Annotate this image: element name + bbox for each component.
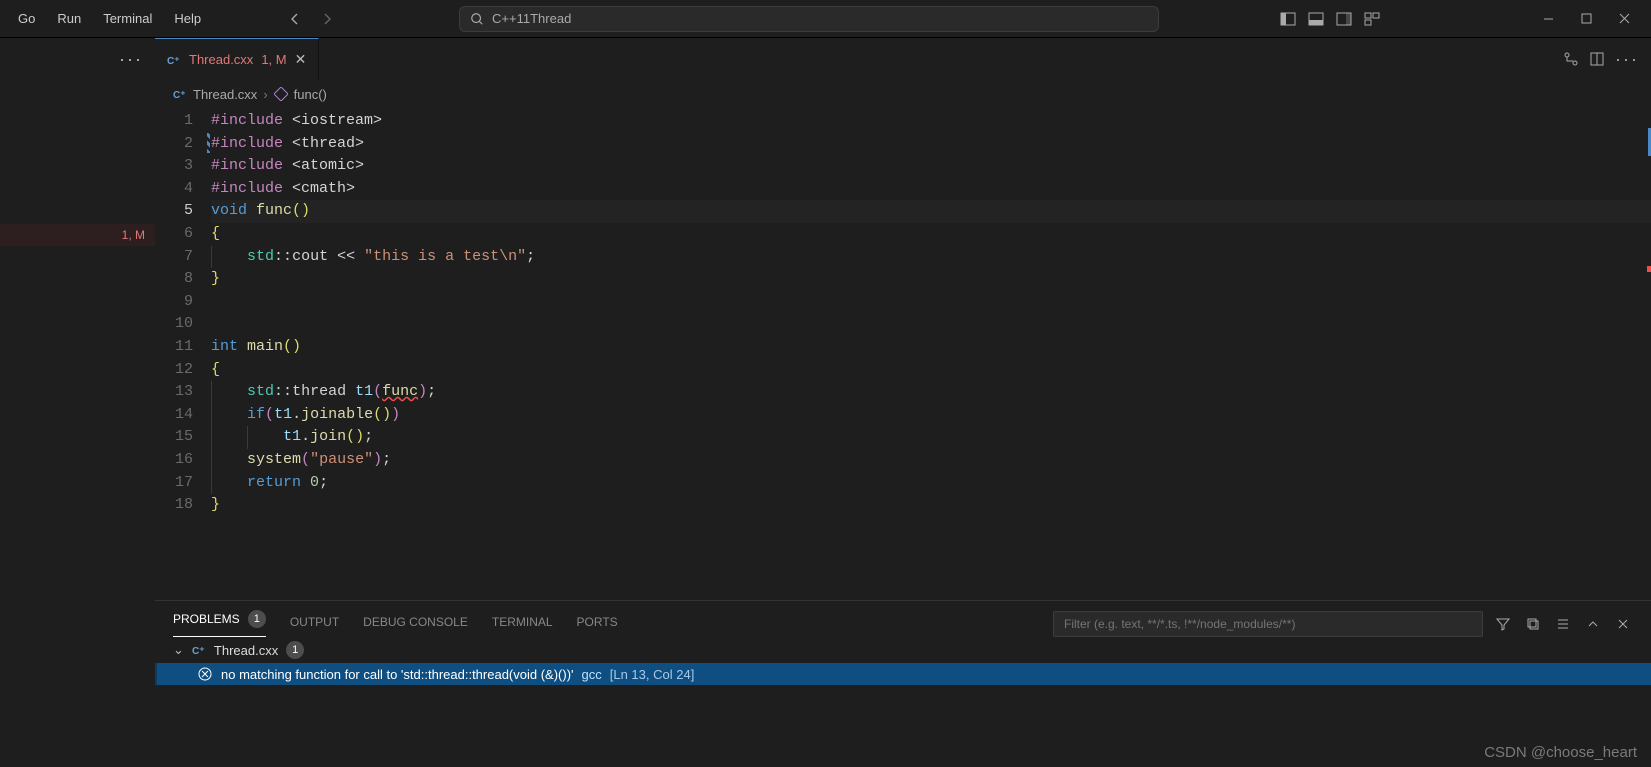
tab-thread-cxx[interactable]: C⁺ Thread.cxx 1, M ✕	[155, 38, 319, 80]
cpp-file-icon: C⁺	[192, 643, 206, 657]
main-area: ··· 1, M C⁺ Thread.cxx 1, M ✕ ··· C⁺ Thr…	[0, 38, 1651, 767]
problems-count-badge: 1	[248, 610, 266, 628]
layout-customize-icon[interactable]	[1361, 8, 1383, 30]
tab-close-icon[interactable]: ✕	[295, 51, 307, 68]
chevron-right-icon: ›	[263, 87, 267, 102]
nav-forward-icon[interactable]	[313, 5, 341, 33]
problem-source: gcc	[582, 667, 602, 682]
close-icon[interactable]	[1607, 3, 1643, 35]
maximize-icon[interactable]	[1569, 3, 1605, 35]
gutter-change-marker	[207, 133, 210, 153]
tab-bar: C⁺ Thread.cxx 1, M ✕ ···	[155, 38, 1651, 80]
svg-text:C⁺: C⁺	[192, 646, 205, 657]
filter-icon[interactable]	[1493, 616, 1513, 632]
panel-tabs: PROBLEMS 1 OUTPUT DEBUG CONSOLE TERMINAL…	[155, 601, 1651, 637]
chevron-down-icon: ⌄	[173, 642, 184, 658]
minimize-icon[interactable]	[1531, 3, 1567, 35]
breadcrumb-symbol[interactable]: func()	[294, 87, 327, 102]
window-controls	[1531, 3, 1643, 35]
menu-help[interactable]: Help	[164, 5, 211, 32]
layout-sidebar-left-icon[interactable]	[1277, 8, 1299, 30]
layout-sidebar-right-icon[interactable]	[1333, 8, 1355, 30]
line-number-gutter: 123456789101112131415161718	[155, 108, 211, 600]
cpp-file-icon: C⁺	[167, 53, 181, 67]
error-icon	[197, 666, 213, 682]
tab-badge: 1, M	[261, 52, 286, 67]
nav-back-icon[interactable]	[281, 5, 309, 33]
problems-list: ⌄ C⁺ Thread.cxx 1 no matching function f…	[155, 637, 1651, 767]
command-center[interactable]: C++11Thread	[459, 6, 1159, 32]
close-panel-icon[interactable]	[1613, 617, 1633, 631]
svg-text:C⁺: C⁺	[167, 56, 180, 67]
panel-tab-label: PROBLEMS	[173, 612, 240, 626]
split-editor-icon[interactable]	[1589, 51, 1605, 67]
problem-file-name: Thread.cxx	[214, 643, 278, 658]
panel-tab-debug-console[interactable]: DEBUG CONSOLE	[363, 615, 468, 637]
problem-file-count: 1	[286, 641, 304, 659]
problem-message: no matching function for call to 'std::t…	[221, 667, 574, 682]
minimap-error-marker[interactable]	[1647, 266, 1651, 272]
search-icon	[470, 12, 484, 26]
panel-tab-terminal[interactable]: TERMINAL	[492, 615, 553, 637]
command-center-text: C++11Thread	[492, 11, 571, 26]
title-bar: Go Run Terminal Help C++11Thread	[0, 0, 1651, 38]
tab-filename: Thread.cxx	[189, 52, 253, 67]
bottom-panel: PROBLEMS 1 OUTPUT DEBUG CONSOLE TERMINAL…	[155, 600, 1651, 767]
problem-item[interactable]: no matching function for call to 'std::t…	[155, 663, 1651, 685]
code-editor[interactable]: 123456789101112131415161718 #include <io…	[155, 108, 1651, 600]
panel-tab-ports[interactable]: PORTS	[577, 615, 618, 637]
layout-icons	[1277, 8, 1383, 30]
menu-terminal[interactable]: Terminal	[93, 5, 162, 32]
menu-run[interactable]: Run	[47, 5, 91, 32]
view-as-tree-icon[interactable]	[1553, 616, 1573, 632]
code-content[interactable]: #include <iostream>#include <thread>#inc…	[211, 108, 1651, 600]
layout-panel-icon[interactable]	[1305, 8, 1327, 30]
outline-status[interactable]: 1, M	[0, 224, 155, 246]
collapse-all-icon[interactable]	[1523, 616, 1543, 632]
nav-arrows	[281, 5, 341, 33]
menu-bar: Go Run Terminal Help	[8, 5, 211, 32]
explorer-more-icon[interactable]: ···	[119, 49, 143, 70]
watermark-text: CSDN @choose_heart	[1484, 744, 1637, 761]
compare-changes-icon[interactable]	[1563, 51, 1579, 67]
problem-location: [Ln 13, Col 24]	[610, 667, 695, 682]
problem-file-row[interactable]: ⌄ C⁺ Thread.cxx 1	[155, 637, 1651, 663]
cpp-file-icon: C⁺	[173, 87, 187, 101]
svg-text:C⁺: C⁺	[173, 90, 186, 101]
panel-tab-output[interactable]: OUTPUT	[290, 615, 339, 637]
panel-tab-problems[interactable]: PROBLEMS 1	[173, 610, 266, 637]
maximize-panel-icon[interactable]	[1583, 616, 1603, 632]
symbol-icon	[274, 87, 288, 101]
editor-column: C⁺ Thread.cxx 1, M ✕ ··· C⁺ Thread.cxx ›…	[155, 38, 1651, 767]
menu-go[interactable]: Go	[8, 5, 45, 32]
breadcrumb-file[interactable]: Thread.cxx	[193, 87, 257, 102]
problems-filter-input[interactable]	[1053, 611, 1483, 637]
breadcrumb[interactable]: C⁺ Thread.cxx › func()	[155, 80, 1651, 108]
explorer-sidebar: ··· 1, M	[0, 38, 155, 767]
editor-more-icon[interactable]: ···	[1615, 49, 1639, 70]
